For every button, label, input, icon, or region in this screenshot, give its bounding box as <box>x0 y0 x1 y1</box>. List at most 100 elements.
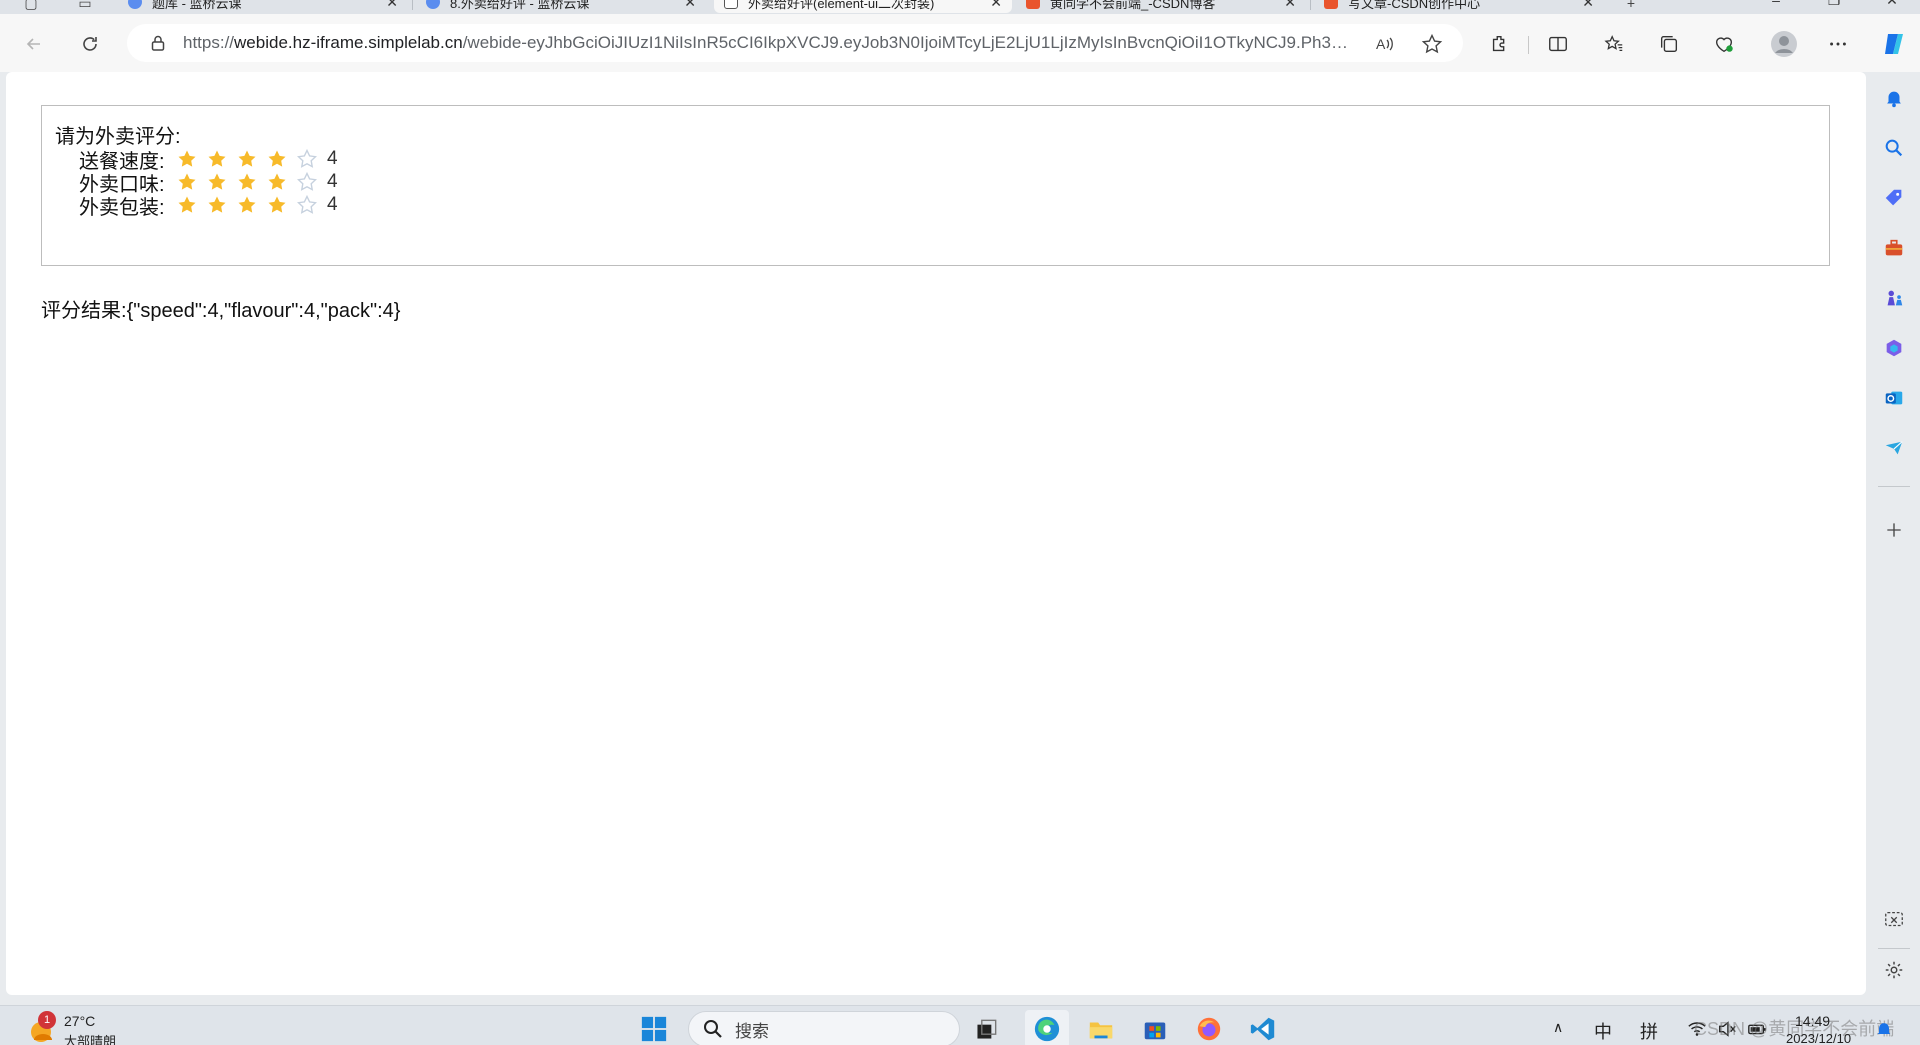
toolbox-icon[interactable] <box>1882 236 1906 260</box>
star-empty-icon[interactable] <box>297 195 317 215</box>
tab-strip: ▢ ▭ 题库 - 蓝桥云课 ✕ 8.外卖给好评 - 蓝桥云课 ✕ 外卖给好评(e… <box>0 0 1920 14</box>
result-label: 评分结果: <box>41 300 127 322</box>
star-filled-icon[interactable] <box>267 195 287 215</box>
star-filled-icon[interactable] <box>177 172 197 192</box>
star-rating[interactable] <box>177 172 327 192</box>
star-filled-icon[interactable] <box>207 195 227 215</box>
outlook-icon[interactable] <box>1882 386 1906 410</box>
settings-gear-icon[interactable] <box>1882 958 1906 982</box>
star-filled-icon[interactable] <box>207 172 227 192</box>
rating-row-pack: 外卖包装: 4 <box>79 191 338 219</box>
ime-mode-indicator[interactable]: 拼 <box>1640 1018 1658 1044</box>
more-menu-icon[interactable] <box>1826 32 1850 56</box>
star-filled-icon[interactable] <box>267 172 287 192</box>
tab-title: 题库 - 蓝桥云课 <box>152 0 242 11</box>
tab-favicon-icon <box>128 0 142 9</box>
back-arrow-icon <box>26 38 40 50</box>
profile-avatar[interactable] <box>1770 30 1798 58</box>
split-screen-icon[interactable] <box>1546 32 1570 56</box>
star-empty-icon[interactable] <box>297 172 317 192</box>
star-filled-icon[interactable] <box>237 172 257 192</box>
favorites-icon[interactable] <box>1602 32 1626 56</box>
new-tab-icon[interactable]: + <box>1616 0 1646 13</box>
taskbar-search[interactable]: 搜索 <box>688 1011 960 1045</box>
tab-1[interactable]: 8.外卖给好评 - 蓝桥云课 ✕ <box>416 0 706 13</box>
browser-essentials-icon[interactable] <box>1712 32 1736 56</box>
edge-browser-icon[interactable] <box>1032 1014 1062 1044</box>
tab-2-active[interactable]: 外卖给好评(element-ui二次封装) ✕ <box>714 0 1012 13</box>
notification-bell-icon[interactable] <box>1882 86 1906 110</box>
rating-value: 4 <box>327 194 338 215</box>
add-sidebar-app-icon[interactable] <box>1882 518 1906 542</box>
url-host: webide.hz-iframe.simplelab.cn <box>234 33 463 52</box>
tab-0[interactable]: 题库 - 蓝桥云课 ✕ <box>118 0 408 13</box>
notification-center-icon[interactable] <box>1872 1014 1896 1044</box>
star-filled-icon[interactable] <box>177 195 197 215</box>
toolbar-divider <box>1528 36 1529 54</box>
minimize-icon[interactable]: – <box>1756 0 1796 8</box>
lock-icon <box>151 35 165 51</box>
vertical-tabs-icon[interactable]: ▭ <box>70 0 100 13</box>
screenshot-icon[interactable] <box>1882 908 1906 932</box>
star-empty-icon[interactable] <box>297 149 317 169</box>
tab-divider <box>1310 0 1311 10</box>
extensions-icon[interactable] <box>1488 32 1512 56</box>
task-view-icon[interactable] <box>972 1014 1002 1044</box>
tab-close-icon[interactable]: ✕ <box>1582 0 1594 11</box>
back-button[interactable] <box>20 30 48 58</box>
rating-result: 评分结果:{"speed":4,"flavour":4,"pack":4} <box>41 294 400 323</box>
star-filled-icon[interactable] <box>177 149 197 169</box>
browser-toolbar: https://webide.hz-iframe.simplelab.cn/we… <box>0 14 1920 72</box>
address-url[interactable]: https://webide.hz-iframe.simplelab.cn/we… <box>183 33 1353 53</box>
workspaces-icon[interactable]: ▢ <box>16 0 46 13</box>
tray-chevron-icon[interactable]: ∧ <box>1553 1019 1563 1036</box>
file-explorer-icon[interactable] <box>1086 1014 1116 1044</box>
vscode-icon[interactable] <box>1248 1014 1278 1044</box>
games-icon[interactable] <box>1882 286 1906 310</box>
star-rating[interactable] <box>177 195 327 215</box>
restore-icon[interactable]: ❐ <box>1814 0 1854 9</box>
tab-3[interactable]: 黄同学不会前端_-CSDN博客 ✕ <box>1016 0 1306 13</box>
tab-close-icon[interactable]: ✕ <box>386 0 398 11</box>
svg-text:A: A <box>1376 36 1386 52</box>
tab-close-icon[interactable]: ✕ <box>990 0 1002 11</box>
windows-taskbar: 1 27°C 大部晴朗 搜索 ∧ 中 拼 CSDN @黄同学不会前端 14:49… <box>0 1005 1920 1045</box>
star-filled-icon[interactable] <box>267 149 287 169</box>
sidebar-divider <box>1878 486 1910 487</box>
rating-label: 外卖包装: <box>79 196 165 219</box>
weather-temperature[interactable]: 27°C <box>64 1013 95 1029</box>
send-icon[interactable] <box>1882 436 1906 460</box>
search-icon[interactable] <box>1882 136 1906 160</box>
tab-favicon-icon <box>426 0 440 9</box>
tab-divider <box>412 0 413 10</box>
tab-title: 外卖给好评(element-ui二次封装) <box>748 0 935 11</box>
windows-start-icon[interactable] <box>639 1014 669 1044</box>
favorite-star-icon[interactable] <box>1421 33 1443 55</box>
microsoft365-icon[interactable] <box>1882 336 1906 360</box>
microsoft-store-icon[interactable] <box>1140 1014 1170 1044</box>
star-filled-icon[interactable] <box>207 149 227 169</box>
close-window-icon[interactable]: ✕ <box>1872 0 1912 9</box>
clock-time[interactable]: 14:49 <box>1795 1013 1830 1029</box>
weather-description[interactable]: 大部晴朗 <box>64 1031 116 1045</box>
firefox-icon[interactable] <box>1194 1014 1224 1044</box>
star-filled-icon[interactable] <box>237 149 257 169</box>
read-aloud-icon[interactable]: A <box>1373 33 1395 55</box>
weather-badge: 1 <box>38 1011 56 1029</box>
collections-icon[interactable] <box>1657 32 1681 56</box>
search-icon <box>704 1020 722 1038</box>
ime-language-indicator[interactable]: 中 <box>1594 1018 1612 1044</box>
star-filled-icon[interactable] <box>237 195 257 215</box>
tab-4[interactable]: 写文章-CSDN创作中心 ✕ <box>1314 0 1604 13</box>
search-placeholder: 搜索 <box>735 1021 769 1041</box>
address-bar[interactable]: https://webide.hz-iframe.simplelab.cn/we… <box>127 24 1463 62</box>
edge-sidebar <box>1866 72 1920 995</box>
star-rating[interactable] <box>177 149 327 169</box>
tab-close-icon[interactable]: ✕ <box>684 0 696 11</box>
tab-close-icon[interactable]: ✕ <box>1284 0 1296 11</box>
shopping-tag-icon[interactable] <box>1882 186 1906 210</box>
result-json: {"speed":4,"flavour":4,"pack":4} <box>126 300 401 322</box>
clock-date[interactable]: 2023/12/10 <box>1786 1031 1851 1045</box>
copilot-icon[interactable] <box>1880 30 1908 58</box>
refresh-button[interactable] <box>76 30 104 58</box>
